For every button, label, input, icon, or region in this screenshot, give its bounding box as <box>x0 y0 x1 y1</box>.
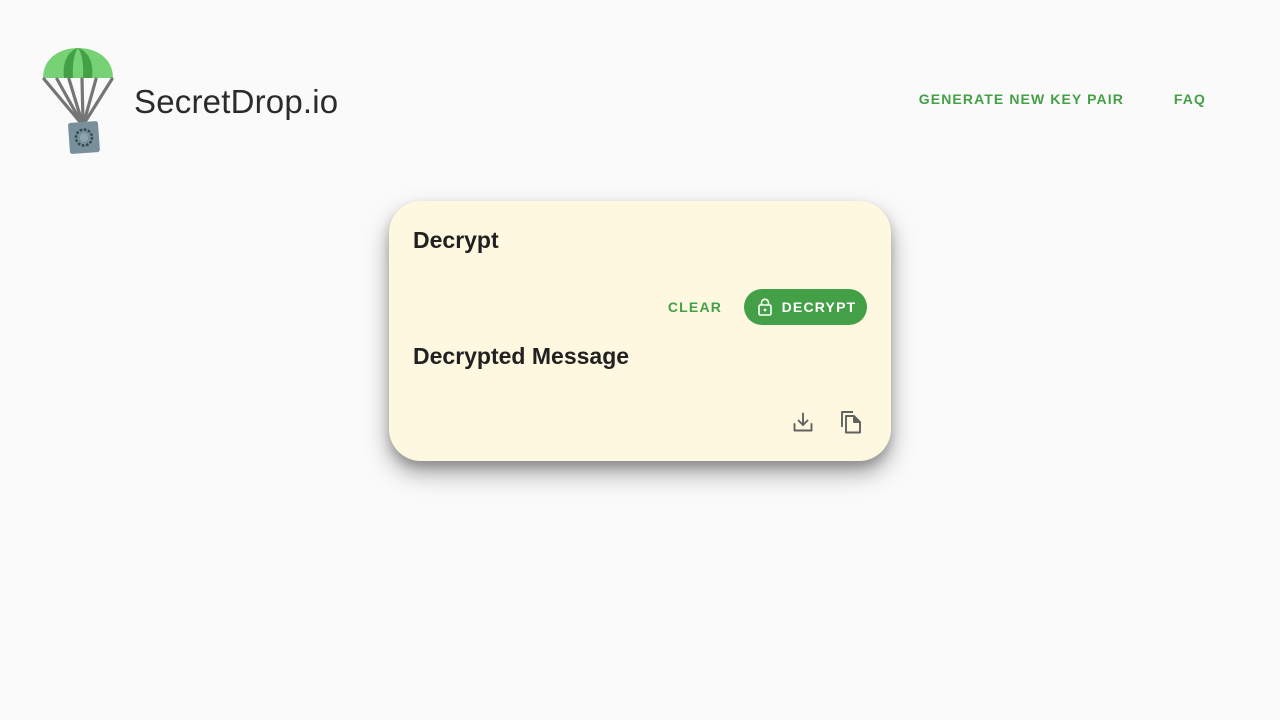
copy-icon <box>841 411 861 434</box>
copy-button[interactable] <box>835 406 867 438</box>
brand-name: SecretDrop.io <box>134 82 339 120</box>
clear-button[interactable]: CLEAR <box>659 289 731 325</box>
top-nav: GENERATE NEW KEY PAIR FAQ <box>919 91 1206 107</box>
decrypted-message-title: Decrypted Message <box>413 343 630 369</box>
parachute-safe-logo-icon <box>42 48 114 154</box>
download-icon <box>793 412 813 432</box>
card-title: Decrypt <box>413 227 499 253</box>
app-page: SecretDrop.io GENERATE NEW KEY PAIR FAQ … <box>0 0 1280 720</box>
generate-key-pair-link[interactable]: GENERATE NEW KEY PAIR <box>919 91 1124 107</box>
brand[interactable]: SecretDrop.io <box>40 44 338 158</box>
decrypt-button-label: DECRYPT <box>781 299 857 315</box>
faq-link[interactable]: FAQ <box>1174 91 1206 107</box>
lock-icon <box>757 298 772 316</box>
decrypt-button[interactable]: DECRYPT <box>744 289 867 325</box>
download-button[interactable] <box>787 406 819 438</box>
decrypt-card: Decrypt CLEAR DECRYPT Decrypted Message <box>389 201 891 461</box>
